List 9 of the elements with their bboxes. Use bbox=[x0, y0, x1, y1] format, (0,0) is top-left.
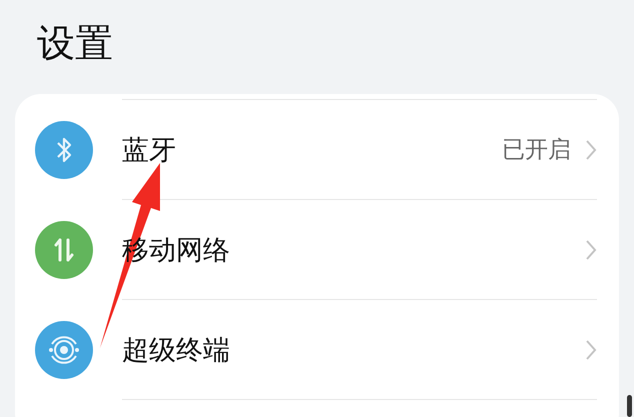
scrollbar[interactable] bbox=[627, 395, 632, 417]
row-label: 蓝牙 bbox=[122, 134, 177, 168]
page-title: 设置 bbox=[37, 20, 113, 67]
row-label: 超级终端 bbox=[122, 334, 231, 368]
chevron-right-icon bbox=[585, 138, 597, 160]
chevron-right-icon bbox=[585, 238, 597, 260]
chevron-right-icon bbox=[585, 338, 597, 360]
settings-row[interactable]: 超级终端 bbox=[15, 300, 619, 400]
row-status: 已开启 bbox=[502, 136, 571, 165]
